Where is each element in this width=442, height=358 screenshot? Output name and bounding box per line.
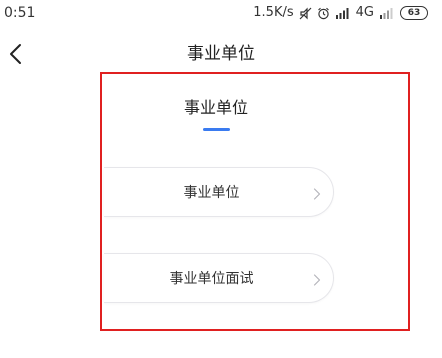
status-time: 0:51 — [4, 5, 36, 21]
list-item-label: 事业单位面试 — [169, 271, 254, 287]
battery-icon: 63 — [400, 6, 428, 20]
chevron-right-icon — [313, 272, 321, 286]
list-item[interactable]: 事业单位 — [104, 167, 334, 217]
page-title: 事业单位 — [187, 44, 255, 64]
signal-icon — [335, 7, 351, 19]
network-speed: 1.5K/s — [253, 5, 294, 20]
mute-icon — [299, 7, 312, 20]
alarm-icon — [317, 7, 330, 20]
list-item-label: 事业单位 — [183, 185, 240, 201]
section-title-underline — [203, 128, 230, 131]
chevron-right-icon — [313, 186, 321, 200]
status-bar: 0:51 1.5K/s 4G 63 — [0, 0, 442, 28]
list-item[interactable]: 事业单位面试 — [104, 253, 334, 303]
signal-icon-2 — [379, 7, 395, 19]
section-title: 事业单位 — [183, 98, 248, 117]
network-type: 4G — [355, 5, 374, 20]
battery-level: 63 — [407, 8, 421, 18]
status-indicators: 1.5K/s 4G 63 — [253, 4, 428, 22]
